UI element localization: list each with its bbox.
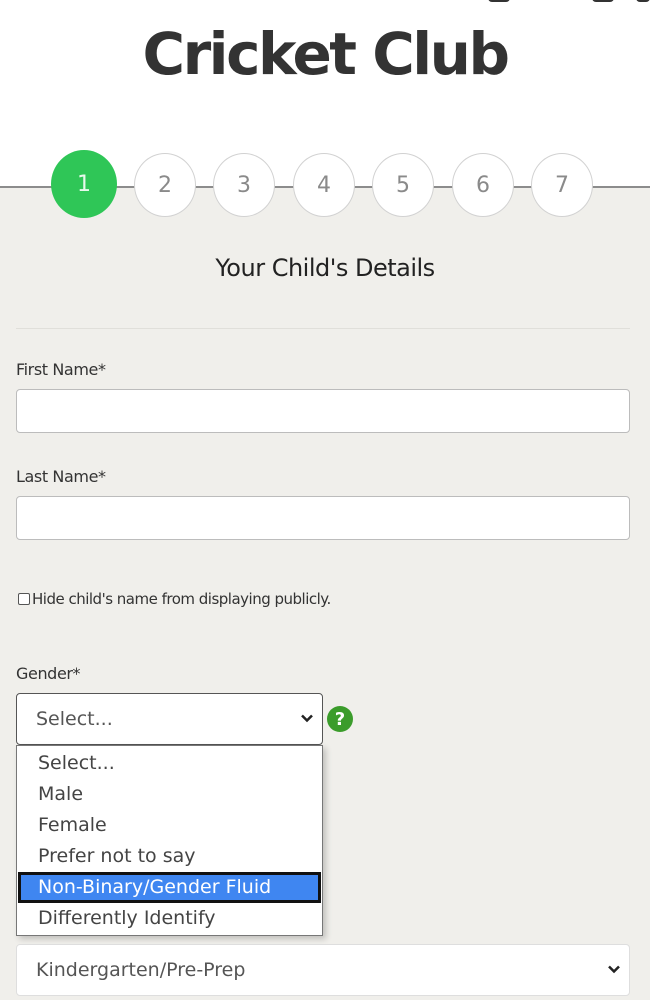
hide-name-label: Hide child's name from displaying public… — [32, 590, 331, 608]
gender-option-highlighted[interactable]: Non-Binary/Gender Fluid — [18, 872, 321, 903]
section-title: Your Child's Details — [215, 254, 435, 282]
gender-option[interactable]: Female — [18, 810, 321, 841]
title-line-fragment — [488, 0, 510, 2]
chevron-down-icon — [301, 714, 313, 723]
gender-option[interactable]: Male — [18, 779, 321, 810]
school-year-selected-value: Kindergarten/Pre-Prep — [36, 959, 246, 981]
step-7[interactable]: 7 — [531, 153, 593, 217]
gender-label: Gender* — [16, 664, 81, 683]
step-5[interactable]: 5 — [372, 153, 434, 217]
step-number: 5 — [396, 172, 410, 198]
hide-name-row[interactable]: Hide child's name from displaying public… — [18, 590, 331, 608]
gender-dropdown-list: Select... Male Female Prefer not to say … — [16, 745, 323, 936]
step-3[interactable]: 3 — [213, 153, 275, 217]
gender-option[interactable]: Select... — [18, 748, 321, 779]
step-number: 2 — [158, 172, 172, 198]
club-title: Cricket Club — [142, 20, 510, 88]
step-4[interactable]: 4 — [293, 153, 355, 217]
chevron-down-icon — [608, 965, 620, 974]
step-2[interactable]: 2 — [134, 153, 196, 217]
gender-selected-value: Select... — [36, 708, 113, 730]
gender-option[interactable]: Prefer not to say — [18, 841, 321, 872]
gender-option[interactable]: Differently Identify — [18, 903, 321, 934]
step-number: 1 — [77, 171, 91, 197]
step-number: 3 — [237, 172, 251, 198]
last-name-label: Last Name* — [16, 467, 106, 486]
last-name-input[interactable] — [16, 496, 630, 540]
first-name-label: First Name* — [16, 360, 106, 379]
section-divider — [16, 328, 630, 329]
step-6[interactable]: 6 — [452, 153, 514, 217]
step-number: 6 — [476, 172, 490, 198]
school-year-select[interactable]: Kindergarten/Pre-Prep — [16, 944, 630, 996]
step-1[interactable]: 1 — [51, 150, 117, 218]
title-line-fragment — [636, 0, 650, 2]
help-glyph: ? — [334, 708, 346, 730]
gender-select[interactable]: Select... — [16, 693, 323, 745]
step-number: 4 — [317, 172, 331, 198]
first-name-input[interactable] — [16, 389, 630, 433]
title-line-fragment — [592, 0, 614, 2]
step-number: 7 — [555, 172, 569, 198]
hide-name-checkbox[interactable] — [18, 593, 30, 605]
help-icon[interactable]: ? — [327, 706, 353, 732]
